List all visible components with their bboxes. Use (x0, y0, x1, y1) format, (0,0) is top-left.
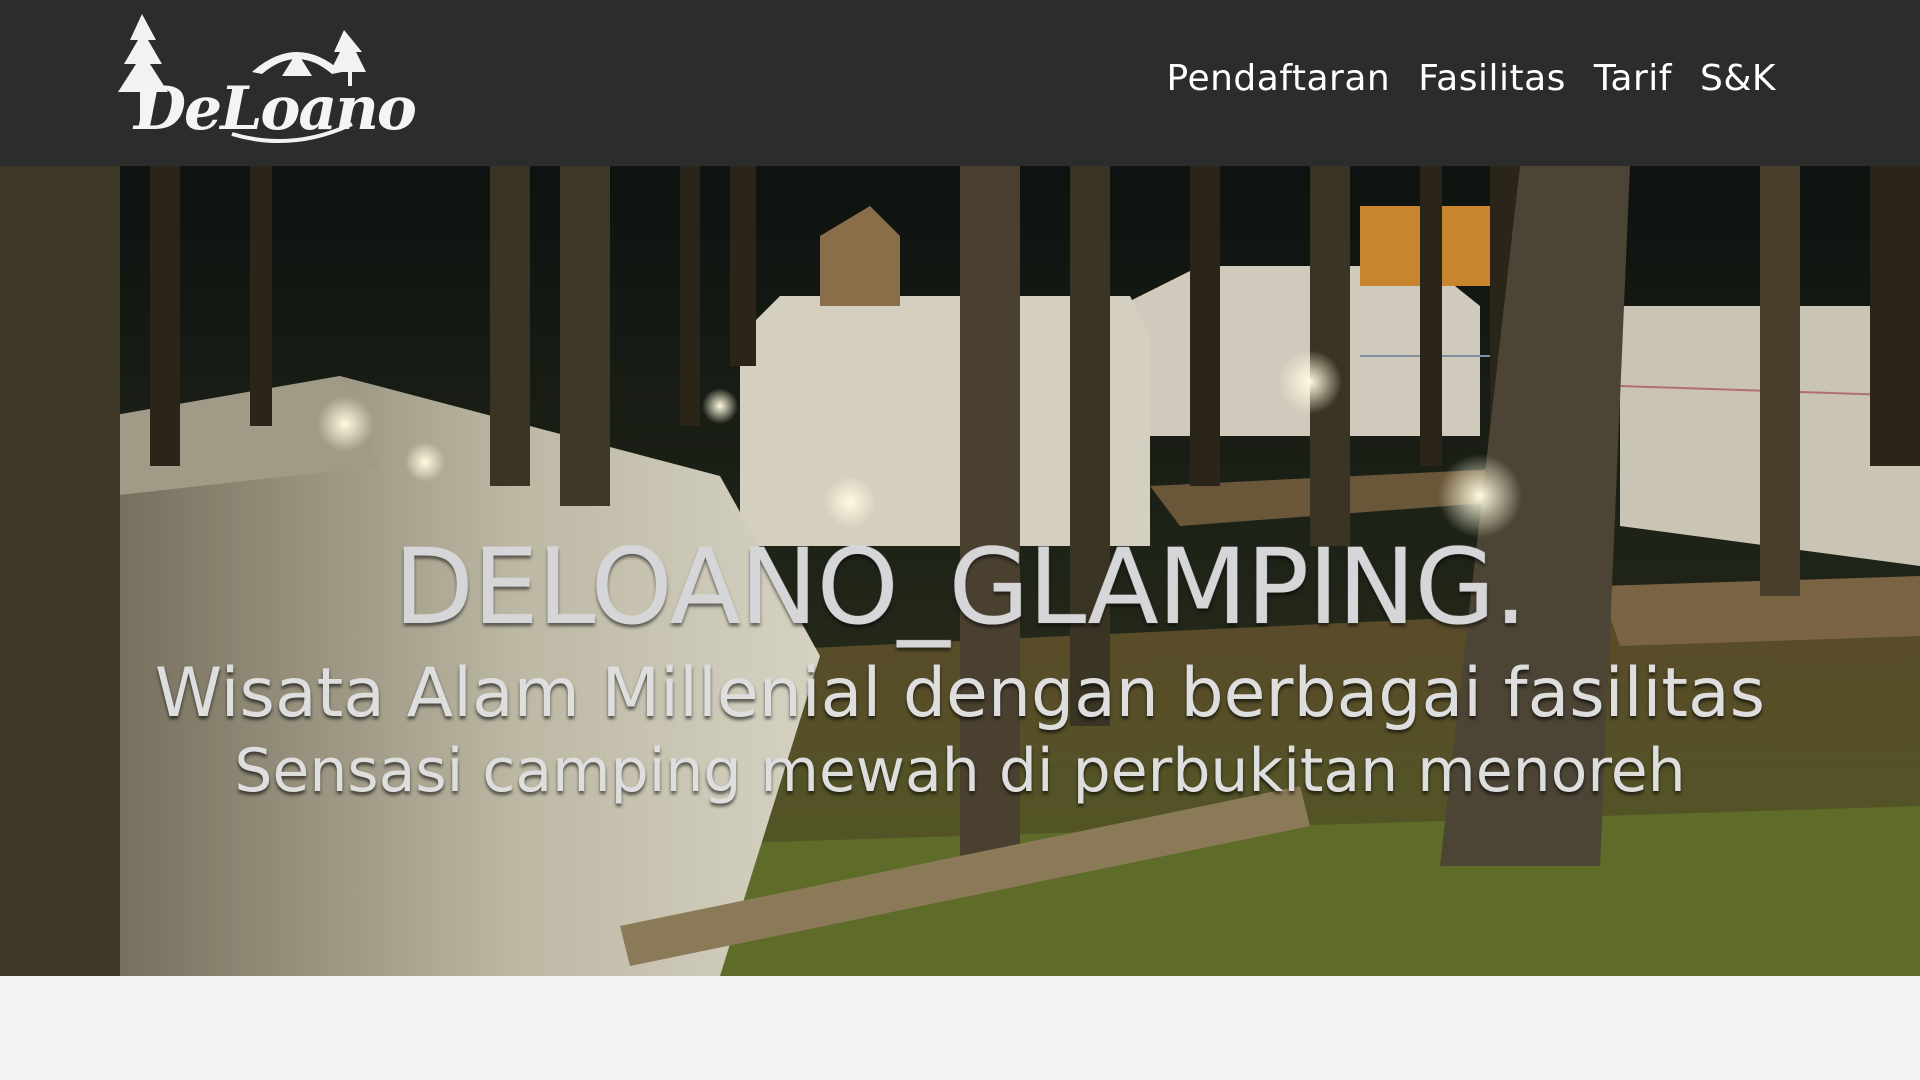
brand-logo[interactable]: DeLoano (112, 12, 417, 150)
brand-logo-text: DeLoano (134, 74, 417, 144)
nav-item-tarif[interactable]: Tarif (1594, 58, 1672, 99)
hero-title: DELOANO_GLAMPING. (393, 526, 1527, 648)
page-content-area (0, 976, 1920, 1080)
hero-subtitle-primary: Wisata Alam Millenial dengan berbagai fa… (154, 654, 1766, 733)
nav-item-pendaftaran[interactable]: Pendaftaran (1167, 58, 1391, 99)
main-nav: Pendaftaran Fasilitas Tarif S&K (1167, 58, 1776, 99)
hero-banner: DELOANO_GLAMPING. Wisata Alam Millenial … (0, 166, 1920, 976)
nav-item-fasilitas[interactable]: Fasilitas (1418, 58, 1566, 99)
nav-item-sk[interactable]: S&K (1700, 58, 1776, 99)
hero-subtitle-secondary: Sensasi camping mewah di perbukitan meno… (234, 736, 1686, 806)
top-navbar: DeLoano Pendaftaran Fasilitas Tarif S&K (0, 0, 1920, 166)
